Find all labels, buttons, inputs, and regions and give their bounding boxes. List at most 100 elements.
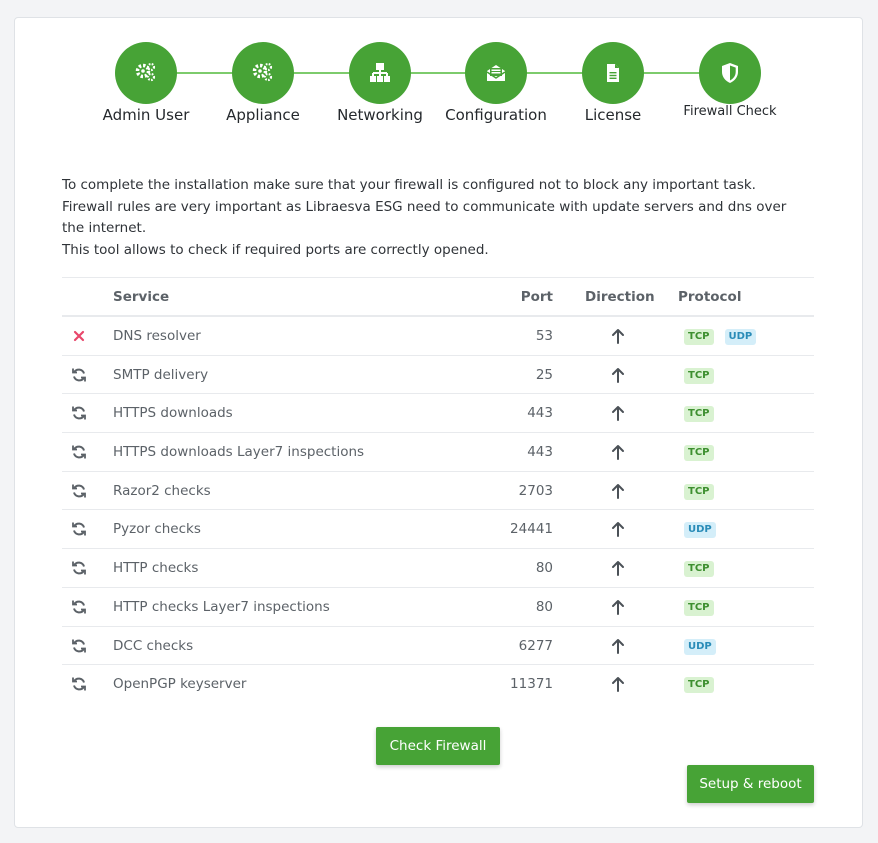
table-body: DNS resolver 53 TCP UDP SMTP delivery 25 TCP HT… <box>62 317 814 704</box>
port-number: 53 <box>535 328 553 344</box>
protocol-badge-tcp: TCP <box>684 677 714 694</box>
table-row: DNS resolver 53 TCP UDP <box>62 317 814 356</box>
port-number: 6277 <box>518 637 553 654</box>
service-name: HTTPS downloads Layer7 inspections <box>113 444 365 461</box>
step-circle <box>232 42 294 104</box>
port-number: 24441 <box>510 521 553 538</box>
port-number: 80 <box>535 560 553 577</box>
protocol-badge-tcp: TCP <box>684 561 714 578</box>
wizard-step-appliance[interactable]: Appliance <box>198 42 328 124</box>
firewall-table: Service Port Direction Protocol DNS reso… <box>62 277 814 704</box>
port-number: 443 <box>527 405 553 422</box>
header-service: Service <box>113 289 170 305</box>
step-circle <box>465 42 527 104</box>
table-row: Pyzor checks 24441 UDP <box>62 510 814 550</box>
protocol-badge-tcp: TCP <box>684 445 714 462</box>
protocol-badges: TCP UDP <box>684 329 757 345</box>
setup-reboot-button[interactable]: Setup & reboot <box>687 765 814 803</box>
refresh-icon <box>70 675 88 693</box>
step-label: Firewall Check <box>683 104 777 119</box>
protocol-badges: TCP <box>684 677 714 694</box>
service-name: DCC checks <box>113 637 194 654</box>
envelope-open-icon <box>484 61 508 85</box>
table-header: Service Port Direction Protocol <box>62 277 814 317</box>
table-row: HTTP checks Layer7 inspections 80 TCP <box>62 588 814 627</box>
arrow-up-icon <box>611 444 625 461</box>
protocol-badges: TCP <box>684 483 714 500</box>
protocol-badges: UDP <box>684 638 716 655</box>
table-row: HTTP checks 80 TCP <box>62 549 814 588</box>
protocol-badges: TCP <box>684 367 714 384</box>
table-row: HTTPS downloads 443 TCP <box>62 394 814 434</box>
protocol-badge-udp: UDP <box>684 522 716 539</box>
step-label: Networking <box>337 106 423 124</box>
protocol-badges: UDP <box>684 522 716 539</box>
protocol-badge-udp: UDP <box>684 638 716 655</box>
protocol-badges: TCP <box>684 599 714 616</box>
arrow-up-icon <box>611 367 625 383</box>
arrow-up-icon <box>611 483 625 499</box>
intro-line-3: This tool allows to check if required po… <box>62 241 489 258</box>
wizard-step-admin-user[interactable]: Admin User <box>81 42 211 124</box>
port-number: 2703 <box>518 482 553 499</box>
protocol-badge-udp: UDP <box>724 329 757 345</box>
protocol-badges: TCP <box>684 445 714 462</box>
wizard-steps: Admin User Appliance Networking Configurati… <box>0 0 878 140</box>
arrow-up-icon <box>611 560 625 577</box>
shield-icon <box>718 61 742 85</box>
arrow-up-icon <box>611 676 625 693</box>
protocol-badges: TCP <box>684 406 714 423</box>
service-name: HTTPS downloads <box>113 405 233 422</box>
wizard-step-firewall-check[interactable]: Firewall Check <box>665 42 795 119</box>
service-name: Pyzor checks <box>113 521 201 538</box>
table-row: DCC checks 6277 UDP <box>62 627 814 666</box>
arrow-up-icon <box>611 521 625 538</box>
refresh-icon <box>70 559 88 577</box>
refresh-icon <box>70 404 88 422</box>
step-circle <box>115 42 177 104</box>
port-number: 443 <box>527 444 553 461</box>
arrow-up-icon <box>611 405 625 422</box>
wizard-step-networking[interactable]: Networking <box>315 42 445 124</box>
network-icon <box>368 61 392 85</box>
service-name: DNS resolver <box>113 328 201 344</box>
table-row: Razor2 checks 2703 TCP <box>62 472 814 511</box>
refresh-icon <box>70 598 88 616</box>
refresh-icon <box>70 637 88 655</box>
wizard-step-configuration[interactable]: Configuration <box>431 42 561 124</box>
protocol-badge-tcp: TCP <box>684 483 714 500</box>
refresh-icon <box>70 443 88 461</box>
arrow-up-icon <box>611 328 625 344</box>
step-circle <box>582 42 644 104</box>
step-circle <box>349 42 411 104</box>
port-number: 11371 <box>510 676 553 693</box>
header-direction: Direction <box>585 289 655 305</box>
header-port: Port <box>520 289 553 305</box>
step-label: License <box>584 106 642 124</box>
gears-icon <box>251 61 275 85</box>
port-number: 25 <box>535 366 553 383</box>
intro-line-2: Firewall rules are very important as Lib… <box>62 198 787 237</box>
step-label: Configuration <box>445 106 547 124</box>
step-label: Appliance <box>226 106 300 124</box>
protocol-badge-tcp: TCP <box>684 329 714 345</box>
step-circle <box>699 42 761 104</box>
service-name: HTTP checks Layer7 inspections <box>113 598 330 615</box>
table-row: SMTP delivery 25 TCP <box>62 356 814 395</box>
check-firewall-button[interactable]: Check Firewall <box>376 727 500 765</box>
wizard-step-license[interactable]: License <box>548 42 678 124</box>
intro-line-1: To complete the installation make sure t… <box>62 177 756 193</box>
protocol-badges: TCP <box>684 561 714 578</box>
intro-text: To complete the installation make sure t… <box>62 175 802 261</box>
step-label: Admin User <box>102 106 190 124</box>
table-row: OpenPGP keyserver 11371 TCP <box>62 665 814 704</box>
protocol-badge-tcp: TCP <box>684 406 714 423</box>
service-name: HTTP checks <box>113 560 199 577</box>
port-number: 80 <box>535 598 553 615</box>
protocol-badge-tcp: TCP <box>684 599 714 616</box>
arrow-up-icon <box>611 599 625 615</box>
table-row: HTTPS downloads Layer7 inspections 443 TCP <box>62 433 814 472</box>
protocol-badge-tcp: TCP <box>684 367 714 384</box>
refresh-icon <box>70 366 88 384</box>
arrow-up-icon <box>611 638 625 654</box>
